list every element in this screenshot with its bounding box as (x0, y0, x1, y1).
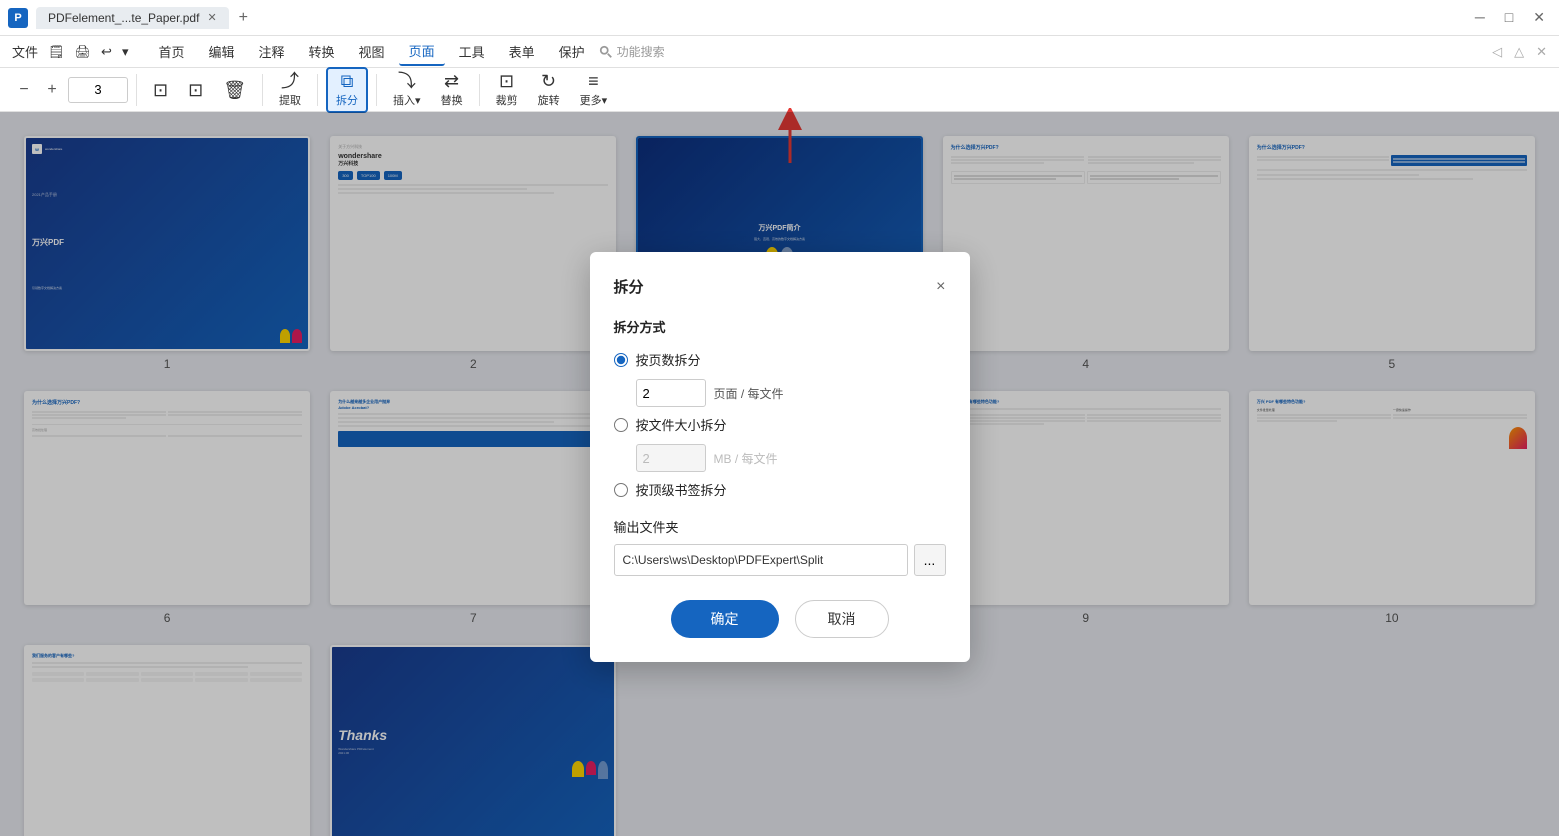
menubar: 文件 🗒 🖨 ↩ ▾ 首页 编辑 注释 转换 视图 页面 工具 表单 保护 功能… (0, 36, 1559, 68)
menu-form[interactable]: 表单 (499, 38, 545, 65)
option1-radio[interactable] (614, 353, 628, 367)
extract-label: 提取 (279, 92, 301, 108)
tab-title: PDFelement_...te_Paper.pdf (48, 11, 199, 25)
zoom-out-button[interactable]: − (12, 78, 36, 102)
nav-back-icon[interactable]: ◁ (1488, 44, 1506, 60)
option2-radio[interactable] (614, 418, 628, 432)
titlebar: P PDFelement_...te_Paper.pdf ✕ + ─ □ ✕ (0, 0, 1559, 36)
split-icon: ⧉ (341, 72, 354, 90)
zoom-controls: − + (12, 77, 128, 103)
menu-edit[interactable]: 编辑 (199, 38, 245, 65)
option2-input-row: MB / 每文件 (636, 444, 946, 472)
dialog-overlay: 拆分 × 拆分方式 按页数拆分 页面 / 每文件 按文件大小拆分 MB / 每文… (0, 112, 1559, 836)
crop-icon: ⊡ (499, 72, 514, 90)
divider-1 (136, 74, 137, 106)
nav-close-icon[interactable]: ✕ (1532, 44, 1551, 60)
dialog-close-button[interactable]: × (936, 278, 945, 296)
insert-label: 插入▾ (393, 92, 421, 108)
nav-up-icon[interactable]: △ (1510, 44, 1528, 60)
window-controls: ─ □ ✕ (1469, 7, 1551, 28)
split-dialog: 拆分 × 拆分方式 按页数拆分 页面 / 每文件 按文件大小拆分 MB / 每文… (590, 252, 970, 662)
output-path-input[interactable] (614, 544, 908, 576)
feature-search-label: 功能搜索 (617, 43, 665, 60)
rotate-right-button[interactable]: ⊡ (180, 78, 211, 102)
split-button[interactable]: ⧉ 拆分 (326, 67, 368, 113)
divider-5 (479, 74, 480, 106)
rotate-icon: ↻ (541, 72, 556, 90)
pages-per-file-input[interactable] (636, 379, 706, 407)
active-tab[interactable]: PDFelement_...te_Paper.pdf ✕ (36, 7, 229, 29)
dropdown-icon[interactable]: ▾ (118, 42, 133, 62)
rotate-left-icon: ⊡ (153, 81, 168, 99)
doc-icon[interactable]: 🗒 (44, 42, 69, 62)
dialog-title: 拆分 (614, 276, 644, 297)
insert-icon: ⤵ (398, 72, 416, 90)
menu-view[interactable]: 视图 (349, 38, 395, 65)
dialog-header: 拆分 × (614, 276, 946, 297)
replace-button[interactable]: ⇄ 替换 (433, 69, 471, 111)
extract-button[interactable]: ⤴ 提取 (271, 69, 309, 111)
option1-unit: 页面 / 每文件 (714, 385, 784, 402)
option3-radio[interactable] (614, 483, 628, 497)
toolbar: − + ⊡ ⊡ 🗑 ⤴ 提取 ⧉ 拆分 ⤵ 插入▾ ⇄ 替换 ⊡ 裁剪 ↻ 旋转… (0, 68, 1559, 112)
delete-button[interactable]: 🗑 (215, 78, 254, 102)
minimize-button[interactable]: ─ (1469, 7, 1491, 28)
output-section: 输出文件夹 ... (614, 517, 946, 576)
output-label: 输出文件夹 (614, 517, 946, 536)
more-label: 更多▾ (580, 92, 608, 108)
menu-convert[interactable]: 转换 (299, 38, 345, 65)
confirm-button[interactable]: 确定 (671, 600, 779, 638)
crop-button[interactable]: ⊡ 裁剪 (488, 69, 526, 111)
rotate-button[interactable]: ↻ 旋转 (530, 69, 568, 111)
browse-button[interactable]: ... (914, 544, 946, 576)
close-button[interactable]: ✕ (1527, 7, 1551, 28)
menu-tools[interactable]: 工具 (449, 38, 495, 65)
option3-label[interactable]: 按顶级书签拆分 (636, 480, 727, 499)
dialog-actions: 确定 取消 (614, 600, 946, 638)
undo-icon[interactable]: ↩ (97, 42, 116, 62)
menu-left-tools: 文件 🗒 🖨 ↩ ▾ (8, 40, 132, 63)
option2-unit: MB / 每文件 (714, 450, 778, 467)
more-button[interactable]: ≡ 更多▾ (572, 69, 616, 111)
menu-home[interactable]: 首页 (148, 38, 194, 65)
delete-icon: 🗑 (223, 81, 246, 99)
cancel-button[interactable]: 取消 (795, 600, 889, 638)
divider-3 (317, 74, 318, 106)
new-tab-button[interactable]: + (233, 9, 254, 27)
rotate-left-button[interactable]: ⊡ (145, 78, 176, 102)
insert-button[interactable]: ⤵ 插入▾ (385, 69, 429, 111)
crop-label: 裁剪 (496, 92, 518, 108)
split-label: 拆分 (336, 92, 358, 108)
extract-icon: ⤴ (281, 72, 299, 90)
option1-row: 按页数拆分 (614, 350, 946, 369)
file-menu[interactable]: 文件 (8, 40, 42, 63)
app-logo: P (8, 8, 28, 28)
option2-row: 按文件大小拆分 (614, 415, 946, 434)
rotate-right-icon: ⊡ (188, 81, 203, 99)
option1-label[interactable]: 按页数拆分 (636, 350, 701, 369)
feature-search[interactable]: 功能搜索 (599, 43, 665, 60)
option3-row: 按顶级书签拆分 (614, 480, 946, 499)
menu-protect[interactable]: 保护 (549, 38, 595, 65)
split-method-section: 拆分方式 按页数拆分 页面 / 每文件 按文件大小拆分 MB / 每文件 (614, 317, 946, 499)
rotate-label: 旋转 (538, 92, 560, 108)
mb-per-file-input (636, 444, 706, 472)
option2-label[interactable]: 按文件大小拆分 (636, 415, 727, 434)
menu-annotate[interactable]: 注释 (249, 38, 295, 65)
print-icon[interactable]: 🖨 (71, 42, 96, 62)
split-method-label: 拆分方式 (614, 317, 946, 336)
search-icon (599, 45, 613, 59)
zoom-input[interactable] (68, 77, 128, 103)
replace-label: 替换 (441, 92, 463, 108)
tab-close-button[interactable]: ✕ (207, 11, 216, 24)
divider-2 (262, 74, 263, 106)
option1-input-row: 页面 / 每文件 (636, 379, 946, 407)
output-path-row: ... (614, 544, 946, 576)
zoom-in-button[interactable]: + (40, 78, 64, 102)
divider-4 (376, 74, 377, 106)
replace-icon: ⇄ (444, 72, 459, 90)
maximize-button[interactable]: □ (1499, 7, 1519, 28)
menu-page[interactable]: 页面 (399, 37, 445, 66)
more-icon: ≡ (588, 72, 599, 90)
